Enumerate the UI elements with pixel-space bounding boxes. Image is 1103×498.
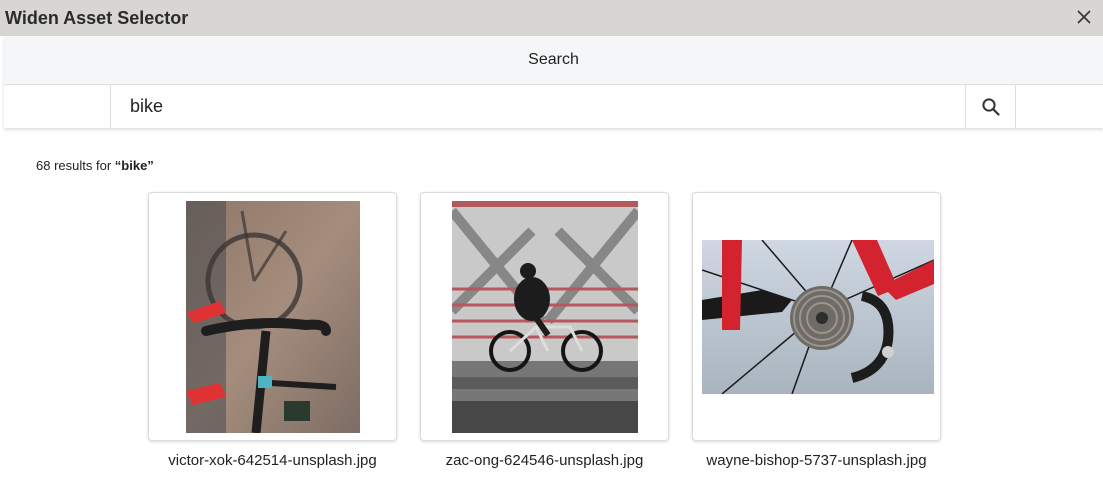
search-filter-cell[interactable] [4,85,111,128]
search-input[interactable] [111,85,965,128]
search-row [4,85,1103,128]
asset-filename[interactable]: wayne-bishop-5737-unsplash.jpg [692,451,941,471]
asset-thumbnail [702,240,934,394]
search-icon [981,97,1000,116]
asset-filename[interactable]: victor-xok-642514-unsplash.jpg [148,451,397,471]
asset-filename[interactable]: zac-ong-624546-unsplash.jpg [420,451,669,471]
asset-card[interactable] [692,192,941,441]
search-button[interactable] [965,85,1016,128]
close-icon [1077,10,1091,24]
asset-card[interactable] [148,192,397,441]
close-button[interactable] [1071,4,1097,30]
window-title: Widen Asset Selector [5,7,189,28]
search-header-label: Search [528,51,579,68]
asset-thumbnail [452,201,638,433]
results-count-prefix: 68 results for [36,158,112,173]
title-bar: Widen Asset Selector [0,0,1103,36]
search-panel: Search [4,36,1103,128]
results-count-query: “bike” [114,158,154,173]
asset-card[interactable] [420,192,669,441]
results-count: 68 results for “bike” [36,158,154,173]
search-header: Search [4,36,1103,85]
asset-thumbnail [186,201,360,433]
